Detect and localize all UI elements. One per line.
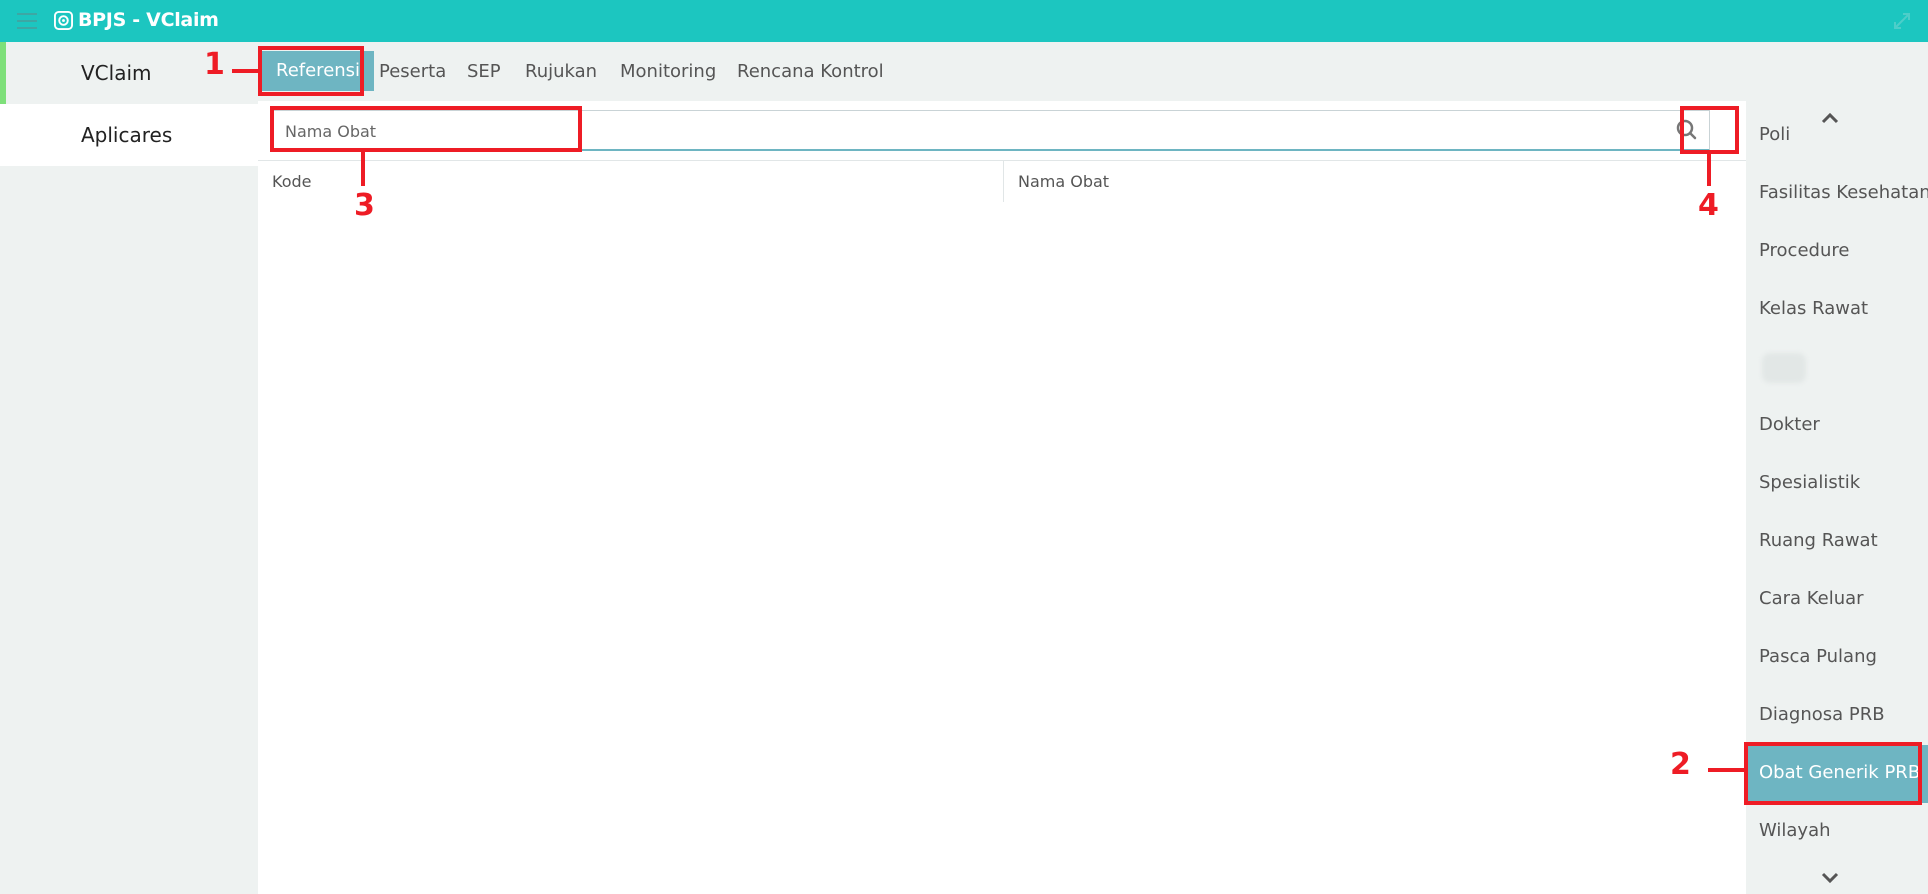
hamburger-menu-icon[interactable]: [17, 13, 37, 29]
annotation-line-2: [1708, 768, 1744, 772]
ref-item-label: Pasca Pulang: [1759, 646, 1877, 667]
main-content: Kode Nama Obat: [258, 101, 1746, 894]
sidebar-item-label: VClaim: [81, 61, 152, 85]
sidebar-item-aplicares[interactable]: Aplicares: [0, 104, 258, 166]
app-logo-icon: [54, 11, 73, 30]
ref-item-label: Ruang Rawat: [1759, 530, 1878, 551]
ref-item-label: Spesialistik: [1759, 472, 1861, 493]
annotation-box-3: [270, 106, 582, 152]
column-header-nama-obat[interactable]: Nama Obat: [1004, 160, 1746, 202]
ref-item-cara-keluar[interactable]: Cara Keluar: [1746, 571, 1928, 629]
tab-rujukan[interactable]: Rujukan: [525, 61, 597, 82]
ref-item-label: Poli: [1759, 124, 1791, 145]
ref-item-ruang-rawat[interactable]: Ruang Rawat: [1746, 513, 1928, 571]
blurred-label: [1762, 353, 1806, 383]
tab-sep[interactable]: SEP: [467, 61, 501, 82]
ref-item-label: Diagnosa PRB: [1759, 704, 1885, 725]
left-sidebar: VClaim Aplicares: [0, 42, 258, 894]
ref-item-label: Wilayah: [1759, 820, 1831, 841]
annotation-line-3: [361, 152, 365, 186]
title-bar: BPJS - VClaim: [0, 0, 1928, 42]
tab-peserta[interactable]: Peserta: [379, 61, 446, 82]
ref-item-dokter[interactable]: Dokter: [1746, 397, 1928, 455]
annotation-number-1: 1: [204, 47, 225, 82]
column-header-label: Kode: [272, 172, 312, 191]
annotation-number-4: 4: [1698, 188, 1719, 223]
expand-icon[interactable]: [1892, 11, 1912, 31]
ref-item-wilayah[interactable]: Wilayah: [1746, 803, 1928, 861]
annotation-box-2: [1744, 742, 1922, 805]
tab-rencana-kontrol[interactable]: Rencana Kontrol: [737, 61, 884, 82]
annotation-box-1: [258, 46, 364, 96]
chevron-down-icon[interactable]: [1818, 869, 1842, 887]
ref-item-label: Dokter: [1759, 414, 1820, 435]
ref-item-pasca-pulang[interactable]: Pasca Pulang: [1746, 629, 1928, 687]
annotation-number-2: 2: [1670, 747, 1691, 782]
tab-monitoring[interactable]: Monitoring: [620, 61, 716, 82]
ref-item-label: Procedure: [1759, 240, 1850, 261]
ref-item-poli[interactable]: Poli: [1746, 107, 1928, 165]
annotation-line-4: [1707, 154, 1711, 186]
annotation-box-4: [1680, 106, 1739, 154]
sidebar-item-label: Aplicares: [81, 123, 173, 147]
ref-item-kelas-rawat[interactable]: Kelas Rawat: [1746, 281, 1928, 339]
tab-bar: Referensi Peserta SEP Rujukan Monitoring…: [258, 42, 1928, 101]
column-header-label: Nama Obat: [1018, 172, 1110, 191]
ref-item-label: Cara Keluar: [1759, 588, 1864, 609]
ref-item-blurred[interactable]: [1746, 339, 1928, 397]
ref-item-spesialistik[interactable]: Spesialistik: [1746, 455, 1928, 513]
ref-item-label: Fasilitas Kesehatan: [1759, 182, 1928, 203]
annotation-number-3: 3: [354, 188, 375, 223]
ref-item-label: Kelas Rawat: [1759, 298, 1869, 319]
annotation-line-1: [232, 69, 258, 73]
app-title: BPJS - VClaim: [78, 9, 219, 31]
ref-item-fasilitas-kesehatan[interactable]: Fasilitas Kesehatan: [1746, 165, 1928, 223]
ref-item-procedure[interactable]: Procedure: [1746, 223, 1928, 281]
ref-item-diagnosa-prb[interactable]: Diagnosa PRB: [1746, 687, 1928, 745]
